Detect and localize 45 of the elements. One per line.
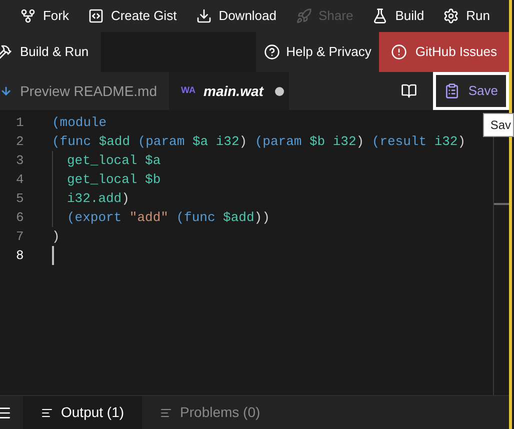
code-line: i32.add) bbox=[67, 190, 130, 208]
menu-icon[interactable] bbox=[0, 404, 12, 420]
help-icon bbox=[264, 44, 280, 60]
line-number: 4 bbox=[15, 171, 25, 189]
alert-icon bbox=[391, 44, 408, 60]
book-icon[interactable] bbox=[401, 83, 418, 99]
line-number: 1 bbox=[15, 114, 25, 132]
line-number: 8 bbox=[15, 247, 25, 265]
panel-tab[interactable]: Problems (0) bbox=[142, 396, 278, 429]
settings-icon bbox=[443, 8, 460, 24]
rocket-icon bbox=[296, 8, 312, 24]
editor-tab[interactable]: Preview README.md bbox=[0, 72, 169, 110]
toolbar-button[interactable]: Download bbox=[196, 6, 277, 26]
code-line: ) bbox=[52, 228, 60, 246]
editor-tab[interactable]: WA main.wat bbox=[169, 72, 289, 110]
code-line: (func $add (param $a i32) (param $b i32) (result i32) bbox=[52, 133, 466, 151]
code-line: (module bbox=[52, 114, 107, 132]
code-line: (export "add" (func $add)) bbox=[67, 209, 270, 227]
help-button[interactable]: Help & Privacy bbox=[256, 32, 380, 72]
fork-icon bbox=[20, 8, 36, 24]
text-cursor bbox=[52, 246, 54, 265]
code-icon bbox=[88, 8, 104, 24]
toolbar-button[interactable]: Fork bbox=[20, 6, 69, 26]
line-number: 7 bbox=[15, 228, 25, 246]
tooltip: Sav bbox=[483, 113, 514, 137]
hammer-icon bbox=[0, 44, 12, 60]
code-line: get_local $b bbox=[67, 171, 161, 189]
line-number: 6 bbox=[15, 209, 25, 227]
line-number: 3 bbox=[15, 152, 25, 170]
toolbar-button[interactable]: Create Gist bbox=[88, 6, 177, 26]
download-icon bbox=[196, 8, 212, 24]
code-line: get_local $a bbox=[67, 152, 161, 170]
save-button[interactable]: Save bbox=[433, 72, 509, 110]
panel-tab[interactable]: Output (1) bbox=[23, 396, 142, 429]
toolbar-button[interactable]: Run bbox=[443, 6, 490, 26]
list-icon bbox=[160, 406, 172, 418]
list-icon bbox=[41, 406, 53, 418]
file-type-label: WA bbox=[181, 84, 196, 98]
toolbar-button[interactable]: Build bbox=[372, 6, 424, 26]
flask-icon bbox=[372, 8, 388, 24]
build-run-button[interactable]: Build & Run bbox=[0, 32, 101, 72]
clipboard-icon bbox=[444, 83, 460, 99]
line-number: 2 bbox=[15, 133, 25, 151]
line-number: 5 bbox=[15, 190, 25, 208]
github-issues-button[interactable]: GitHub Issues bbox=[379, 32, 509, 72]
